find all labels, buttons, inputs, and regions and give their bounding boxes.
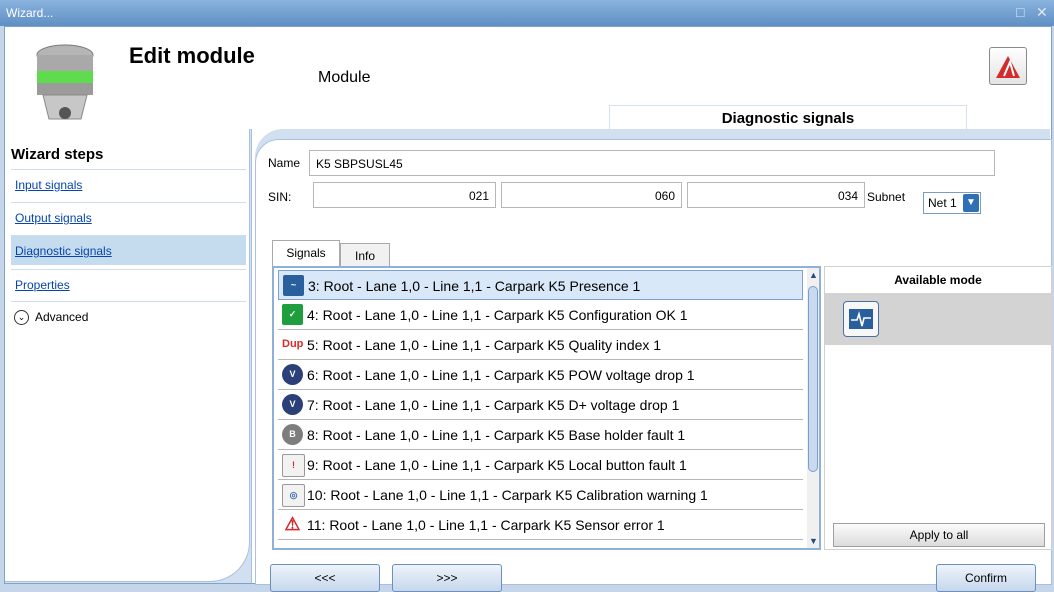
sin-field-2[interactable]: 060 bbox=[501, 182, 682, 208]
dplus-voltage-icon: V bbox=[282, 394, 303, 415]
calibration-warning-icon: ◎ bbox=[282, 484, 305, 507]
signal-row[interactable]: ~ 3: Root - Lane 1,0 - Line 1,1 - Carpar… bbox=[278, 270, 803, 300]
quality-index-icon: Dup bbox=[282, 334, 303, 355]
section-tab: Diagnostic signals bbox=[609, 105, 967, 130]
scroll-down-icon[interactable]: ▼ bbox=[809, 536, 818, 546]
advanced-label: Advanced bbox=[35, 310, 89, 324]
pow-voltage-icon: V bbox=[282, 364, 303, 385]
confirm-button[interactable]: Confirm bbox=[936, 564, 1036, 592]
available-mode-title: Available mode bbox=[894, 273, 982, 287]
local-button-fault-icon: ! bbox=[282, 454, 305, 477]
mode-row bbox=[825, 293, 1051, 345]
sidebar-item-input-signals[interactable]: Input signals bbox=[11, 169, 246, 199]
signal-text: 7: Root - Lane 1,0 - Line 1,1 - Carpark … bbox=[307, 397, 680, 413]
sidebar-advanced-toggle[interactable]: ⌄ Advanced bbox=[11, 301, 246, 332]
sin-field-1[interactable]: 021 bbox=[313, 182, 496, 208]
main-panel: Name K5 SBPSUSL45 SIN: 021 060 034 Subne… bbox=[255, 129, 1052, 592]
signals-scrollbar[interactable]: ▲ ▼ bbox=[807, 268, 819, 548]
header: Edit module Module Diagnostic signals bbox=[5, 27, 1051, 130]
available-mode-panel: Available mode Apply to all bbox=[824, 266, 1052, 550]
mode-button[interactable] bbox=[843, 301, 879, 337]
signal-row[interactable]: Dup 5: Root - Lane 1,0 - Line 1,1 - Carp… bbox=[278, 330, 803, 360]
tab-info[interactable]: Info bbox=[340, 243, 390, 268]
name-input[interactable]: K5 SBPSUSL45 bbox=[309, 150, 995, 176]
signal-row[interactable]: ◎ 10: Root - Lane 1,0 - Line 1,1 - Carpa… bbox=[278, 480, 803, 510]
configuration-ok-icon: ✓ bbox=[282, 304, 303, 325]
sin-label: SIN: bbox=[268, 190, 292, 204]
apply-to-all-button[interactable]: Apply to all bbox=[833, 523, 1045, 547]
maximize-icon[interactable]: □ bbox=[1016, 4, 1024, 20]
signal-row[interactable]: ⚠ 11: Root - Lane 1,0 - Line 1,1 - Carpa… bbox=[278, 510, 803, 540]
sidebar-title: Wizard steps bbox=[11, 146, 104, 163]
signal-row[interactable]: V 6: Root - Lane 1,0 - Line 1,1 - Carpar… bbox=[278, 360, 803, 390]
sidebar-item-diagnostic-signals[interactable]: Diagnostic signals bbox=[11, 235, 246, 265]
close-icon[interactable]: ✕ bbox=[1036, 4, 1048, 21]
form-area: Name K5 SBPSUSL45 SIN: 021 060 034 Subne… bbox=[255, 139, 1052, 592]
sidebar-item-properties[interactable]: Properties bbox=[11, 269, 246, 299]
signal-text: 4: Root - Lane 1,0 - Line 1,1 - Carpark … bbox=[307, 307, 688, 323]
sidebar: Wizard steps Input signals Output signal… bbox=[5, 129, 252, 583]
help-icon bbox=[996, 56, 1020, 78]
signals-list: ~ 3: Root - Lane 1,0 - Line 1,1 - Carpar… bbox=[272, 266, 821, 550]
signal-row[interactable]: ! 9: Root - Lane 1,0 - Line 1,1 - Carpar… bbox=[278, 450, 803, 480]
page-title: Edit module bbox=[129, 43, 255, 68]
scroll-up-icon[interactable]: ▲ bbox=[809, 270, 818, 280]
module-sensor-image bbox=[36, 44, 94, 120]
next-button[interactable]: >>> bbox=[392, 564, 502, 592]
signal-row[interactable]: ✓ 4: Root - Lane 1,0 - Line 1,1 - Carpar… bbox=[278, 300, 803, 330]
signal-row[interactable]: V 7: Root - Lane 1,0 - Line 1,1 - Carpar… bbox=[278, 390, 803, 420]
tab-signals[interactable]: Signals bbox=[272, 240, 340, 268]
presence-signal-icon bbox=[849, 309, 873, 329]
signal-text: 5: Root - Lane 1,0 - Line 1,1 - Carpark … bbox=[307, 337, 662, 353]
signal-text: 3: Root - Lane 1,0 - Line 1,1 - Carpark … bbox=[308, 278, 641, 294]
window-titlebar: Wizard... □ ✕ bbox=[0, 0, 1054, 26]
name-label: Name bbox=[268, 156, 301, 170]
sin-field-3[interactable]: 034 bbox=[687, 182, 865, 208]
signal-text: 10: Root - Lane 1,0 - Line 1,1 - Carpark… bbox=[307, 487, 708, 503]
page-subtitle: Module bbox=[318, 69, 371, 86]
signal-text: 8: Root - Lane 1,0 - Line 1,1 - Carpark … bbox=[307, 427, 686, 443]
signal-row[interactable]: B 8: Root - Lane 1,0 - Line 1,1 - Carpar… bbox=[278, 420, 803, 450]
signal-text: 9: Root - Lane 1,0 - Line 1,1 - Carpark … bbox=[307, 457, 687, 473]
subnet-select[interactable]: Net 1 ▼ bbox=[923, 192, 981, 214]
signal-text: 6: Root - Lane 1,0 - Line 1,1 - Carpark … bbox=[307, 367, 695, 383]
presence-signal-icon: ~ bbox=[283, 275, 304, 296]
sidebar-item-output-signals[interactable]: Output signals bbox=[11, 202, 246, 232]
sidebar-inner: Wizard steps Input signals Output signal… bbox=[5, 129, 250, 582]
subnet-label: Subnet bbox=[867, 190, 906, 204]
scroll-thumb[interactable] bbox=[808, 286, 818, 472]
subnet-value: Net 1 bbox=[928, 196, 957, 210]
window-title: Wizard... bbox=[6, 6, 54, 20]
chevron-down-icon: ▼ bbox=[963, 194, 979, 212]
help-button[interactable] bbox=[989, 47, 1027, 85]
previous-button[interactable]: <<< bbox=[270, 564, 380, 592]
wizard-frame: Edit module Module Diagnostic signals Wi… bbox=[4, 26, 1052, 592]
chevron-down-icon: ⌄ bbox=[14, 310, 29, 326]
base-holder-fault-icon: B bbox=[282, 424, 303, 445]
sensor-error-icon: ⚠ bbox=[282, 514, 303, 535]
signal-text: 11: Root - Lane 1,0 - Line 1,1 - Carpark… bbox=[307, 517, 665, 533]
